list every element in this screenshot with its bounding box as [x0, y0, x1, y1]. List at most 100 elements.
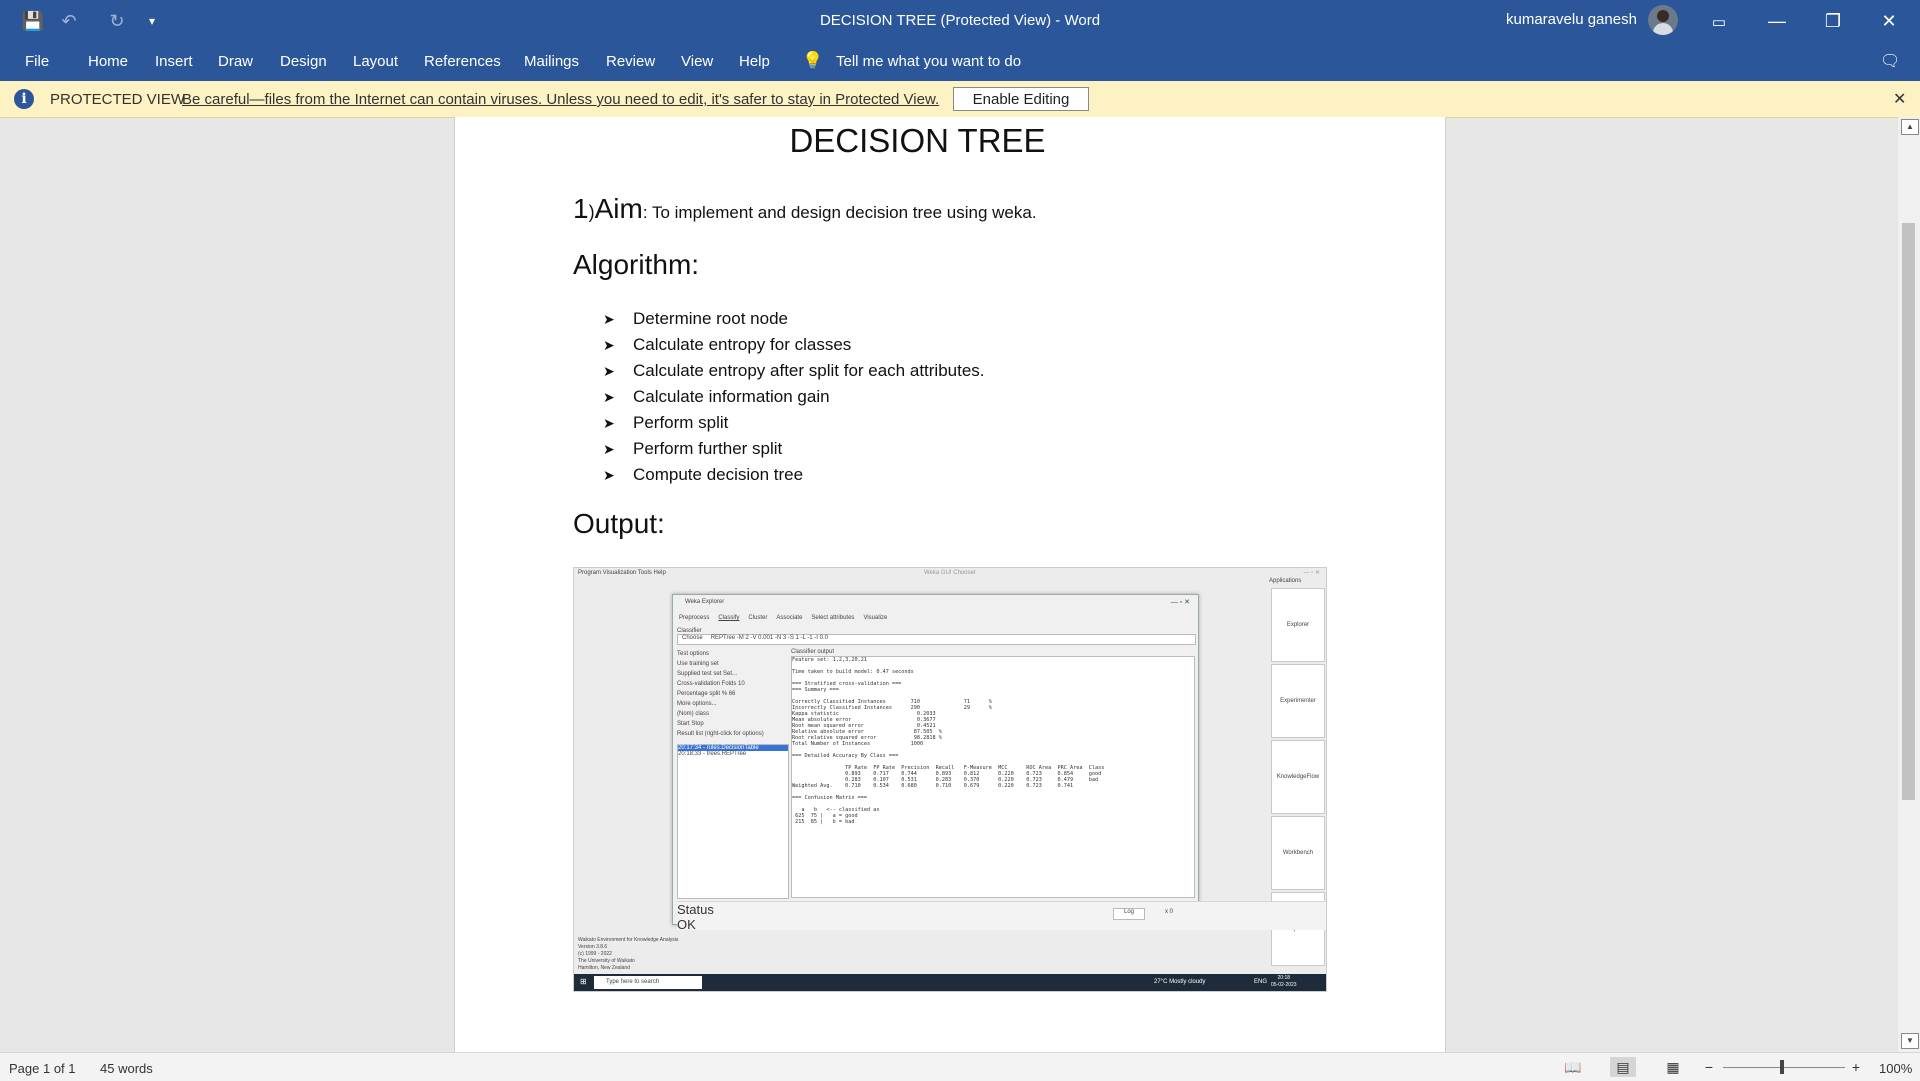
knowledgeflow-app-button: KnowledgeFlow — [1271, 740, 1325, 814]
list-item-text: Calculate entropy for classes — [633, 335, 852, 354]
web-layout-icon[interactable]: ▦ — [1660, 1057, 1686, 1077]
output-heading: Output: — [573, 508, 665, 539]
explorer-tab: Associate — [776, 615, 803, 621]
arrow-bullet-icon: ➤ — [603, 388, 615, 405]
zoom-slider-thumb[interactable] — [1780, 1060, 1784, 1074]
word-count[interactable]: 45 words — [100, 1061, 153, 1076]
tab-insert[interactable]: Insert — [155, 53, 193, 70]
list-item: ➤ Determine root node — [603, 306, 985, 332]
list-item: ➤ Perform further split — [603, 436, 985, 462]
list-item-text: Perform split — [633, 413, 729, 432]
tab-design[interactable]: Design — [280, 53, 327, 70]
info-icon: i — [14, 89, 34, 109]
title-bar: 💾 ↶ ↻ ▾ DECISION TREE (Protected View) -… — [0, 0, 1920, 43]
explorer-tab: Visualize — [863, 615, 888, 621]
protected-view-bar: i PROTECTED VIEW Be careful—files from t… — [0, 81, 1920, 118]
protected-view-label: PROTECTED VIEW — [50, 91, 186, 108]
scroll-up-icon[interactable]: ▲ — [1901, 119, 1919, 135]
classifier-choose-row: Choose REPTree -M 2 -V 0.001 -N 3 -S 1 -L… — [677, 634, 1196, 645]
restore-button[interactable]: ❐ — [1810, 0, 1856, 43]
classifier-output-label: Classifier output — [791, 649, 835, 655]
list-item: ➤ Calculate information gain — [603, 384, 985, 410]
zoom-in-button[interactable]: + — [1843, 1057, 1869, 1077]
explorer-tab: Preprocess — [679, 615, 710, 621]
list-item: ➤ Perform split — [603, 410, 985, 436]
test-option: Result list (right-click for options) — [677, 731, 764, 737]
tab-help[interactable]: Help — [739, 53, 770, 70]
close-button[interactable]: ✕ — [1866, 0, 1912, 43]
test-option: Use training set — [677, 661, 719, 667]
embedded-taskbar: ⊞ Type here to search 27°C Mostly cloudy… — [574, 974, 1326, 991]
explorer-app-button: Explorer — [1271, 588, 1325, 662]
log-button: Log — [1113, 908, 1145, 920]
gui-title: Weka GUI Chooser — [924, 570, 976, 576]
zoom-level[interactable]: 100% — [1879, 1061, 1912, 1076]
page-indicator[interactable]: Page 1 of 1 — [9, 1061, 76, 1076]
list-item: ➤ Calculate entropy for classes — [603, 332, 985, 358]
taskbar-weather: 27°C Mostly cloudy — [1154, 979, 1206, 985]
lightbulb-icon[interactable]: 💡 — [802, 51, 823, 71]
taskbar-date: 05-02-2023 — [1271, 982, 1297, 988]
classifier-output-text: Feature set: 1,2,3,20,21 Time taken to b… — [791, 656, 1195, 898]
workbench-app-button: Workbench — [1271, 816, 1325, 890]
classifier-value: REPTree -M 2 -V 0.001 -N 3 -S 1 -L -1 -I… — [710, 635, 828, 641]
scroll-down-icon[interactable]: ▼ — [1901, 1033, 1919, 1049]
ribbon-tabs: File Home Insert Draw Design Layout Refe… — [0, 43, 1920, 81]
print-layout-icon[interactable]: ▤ — [1610, 1057, 1636, 1077]
minimize-button[interactable]: — — [1754, 0, 1800, 43]
footer-line: Waikato Environment for Knowledge Analys… — [578, 937, 679, 943]
footer-line: Hamilton, New Zealand — [578, 965, 630, 971]
weka-bird-count: x 0 — [1165, 909, 1174, 915]
test-option: Percentage split % 66 — [677, 691, 736, 697]
test-option: More options... — [677, 701, 717, 707]
taskbar-search: Type here to search — [594, 976, 702, 989]
tell-me-search[interactable]: Tell me what you want to do — [836, 53, 1021, 70]
tab-mailings[interactable]: Mailings — [524, 53, 579, 70]
enable-editing-button[interactable]: Enable Editing — [953, 87, 1089, 111]
read-mode-icon[interactable]: 📖 — [1560, 1057, 1586, 1077]
tab-home[interactable]: Home — [88, 53, 128, 70]
tab-review[interactable]: Review — [606, 53, 655, 70]
list-item-text: Perform further split — [633, 439, 783, 458]
avatar[interactable] — [1648, 5, 1678, 35]
zoom-slider[interactable] — [1723, 1067, 1845, 1068]
tab-view[interactable]: View — [681, 53, 713, 70]
gui-menu: Program Visualization Tools Help — [578, 570, 666, 576]
tab-references[interactable]: References — [424, 53, 501, 70]
test-option: Test options — [677, 651, 710, 657]
close-icon[interactable]: ✕ — [1893, 89, 1906, 109]
arrow-bullet-icon: ➤ — [603, 310, 615, 327]
status-bar: Page 1 of 1 45 words 📖 ▤ ▦ − + 100% — [0, 1052, 1920, 1081]
protected-view-message[interactable]: Be careful—files from the Internet can c… — [182, 91, 939, 108]
list-item-text: Compute decision tree — [633, 465, 804, 484]
user-name[interactable]: kumaravelu ganesh — [1506, 11, 1637, 28]
document-title: DECISION TREE — [789, 122, 1046, 159]
tab-file[interactable]: File — [25, 53, 49, 70]
scroll-thumb[interactable] — [1902, 223, 1915, 800]
test-option: Cross-validation Folds 10 — [677, 681, 745, 687]
test-option: (Nom) class — [677, 711, 710, 717]
test-options: Test options Use training set Supplied t… — [677, 649, 787, 739]
vertical-scrollbar[interactable]: ▲ ▼ — [1898, 117, 1920, 1052]
comments-icon[interactable]: 🗨 — [1880, 51, 1900, 71]
algorithm-heading: Algorithm: — [573, 249, 700, 280]
status-label: Status — [677, 902, 714, 917]
explorer-title: Weka Explorer — [685, 599, 725, 605]
aim-text: : To implement and design decision tree … — [642, 203, 1037, 222]
weka-footer: Waikato Environment for Knowledge Analys… — [578, 937, 678, 972]
tab-layout[interactable]: Layout — [353, 53, 398, 70]
zoom-out-button[interactable]: − — [1696, 1057, 1722, 1077]
taskbar-lang: ENG — [1254, 979, 1268, 985]
arrow-bullet-icon: ➤ — [603, 440, 615, 457]
experimenter-app-button: Experimenter — [1271, 664, 1325, 738]
list-item: ➤ Calculate entropy after split for each … — [603, 358, 985, 384]
taskbar-clock: 20:18 05-02-2023 — [1271, 975, 1297, 989]
test-option: Start Stop — [677, 721, 704, 727]
tab-draw[interactable]: Draw — [218, 53, 253, 70]
footer-line: The University of Waikato — [578, 958, 635, 964]
weka-output-screenshot[interactable]: Program Visualization Tools Help Weka GU… — [573, 567, 1327, 992]
list-item-text: Calculate entropy after split for each a… — [633, 361, 985, 380]
weka-status: Status OK — [677, 901, 1326, 932]
explorer-window-buttons: — ▫ ✕ — [1170, 599, 1190, 606]
ribbon-display-options-icon[interactable]: ▭ — [1696, 0, 1742, 43]
